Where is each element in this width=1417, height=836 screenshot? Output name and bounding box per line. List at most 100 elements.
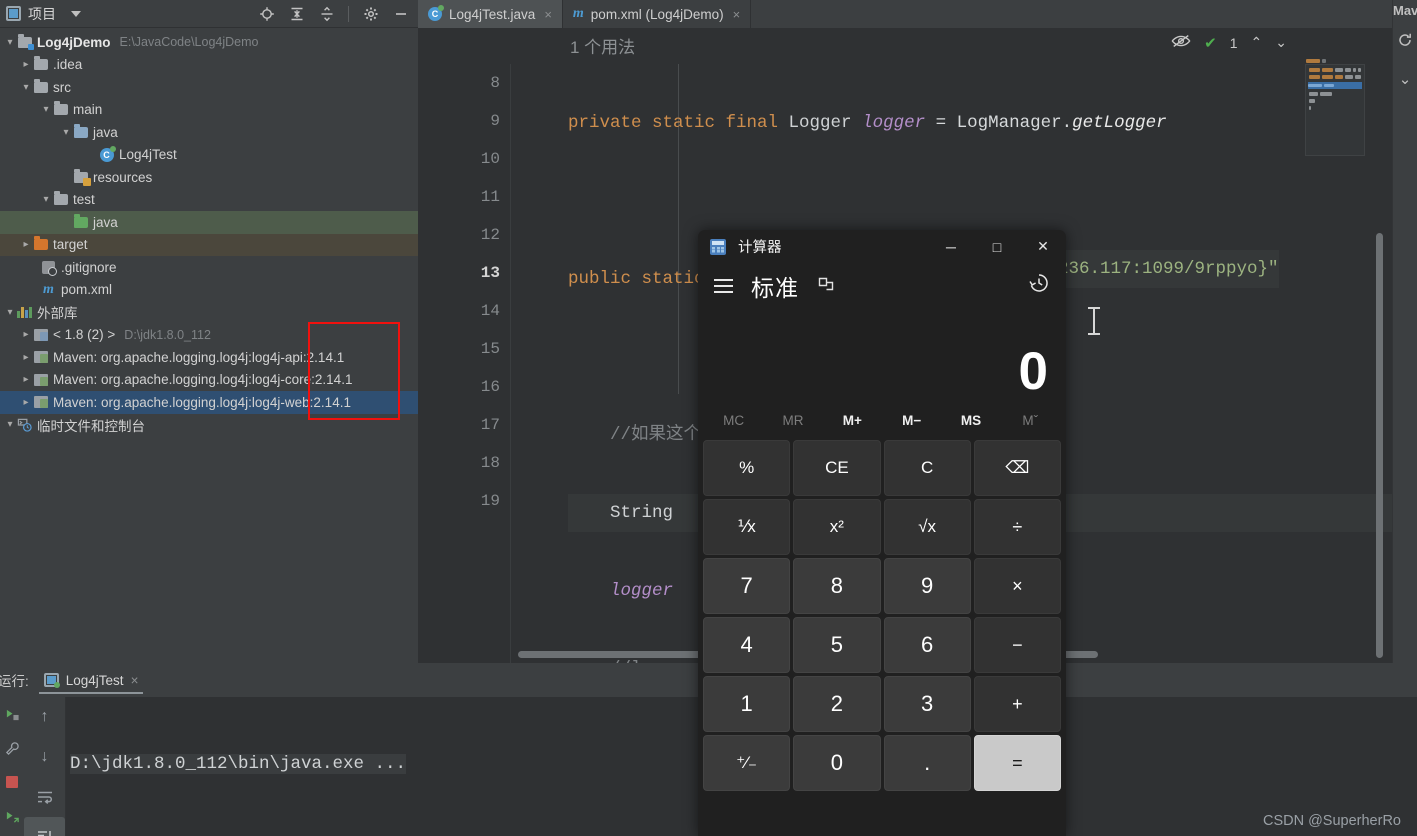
chevron-down-icon[interactable]: ▾ xyxy=(40,104,52,115)
chevron-down-icon[interactable]: ▾ xyxy=(60,127,72,138)
backspace-button[interactable]: ⌫ xyxy=(973,440,1061,496)
collapse-all-icon[interactable] xyxy=(318,5,335,22)
console-tab-log4jtest[interactable]: Log4jTest × xyxy=(35,665,148,695)
tree-item-jdk[interactable]: ▸ < 1.8 (2) > D:\jdk1.8.0_112 xyxy=(0,324,418,347)
tree-item-main-java[interactable]: ▾ java xyxy=(0,121,418,144)
scroll-to-end-icon[interactable] xyxy=(24,817,65,836)
scroll-up-icon[interactable]: ↑ xyxy=(24,697,65,737)
digit-9-button[interactable]: 9 xyxy=(883,558,971,614)
close-icon[interactable]: × xyxy=(544,7,552,22)
divide-button[interactable]: ÷ xyxy=(973,499,1061,555)
subtract-button[interactable]: − xyxy=(973,617,1061,673)
rerun-failed-icon[interactable] xyxy=(0,799,24,833)
inspection-ok-icon[interactable]: ✔ xyxy=(1204,34,1217,52)
memory-store-button[interactable]: MS xyxy=(941,413,1000,428)
minimize-icon[interactable] xyxy=(392,5,409,22)
tree-item-idea[interactable]: ▸ .idea xyxy=(0,54,418,77)
close-button[interactable]: ✕ xyxy=(1020,230,1066,263)
chevron-down-icon[interactable]: ▾ xyxy=(4,307,16,318)
percent-button[interactable]: % xyxy=(703,440,791,496)
chevron-down-icon[interactable] xyxy=(71,10,81,17)
digit-5-button[interactable]: 5 xyxy=(793,617,881,673)
previous-problem-icon[interactable]: ⌃ xyxy=(1251,34,1263,51)
maximize-button[interactable]: □ xyxy=(974,230,1020,263)
tree-item-scratches[interactable]: ▾ 临时文件和控制台 xyxy=(0,414,418,437)
tree-item-log4j-core[interactable]: ▸ Maven: org.apache.logging.log4j:log4j-… xyxy=(0,369,418,392)
chevron-down-icon[interactable]: ▾ xyxy=(4,37,16,48)
next-problem-icon[interactable]: ⌄ xyxy=(1275,34,1287,51)
clear-button[interactable]: C xyxy=(883,440,971,496)
chevron-down-icon[interactable]: ▾ xyxy=(40,194,52,205)
tree-item-resources[interactable]: resources xyxy=(0,166,418,189)
rerun-icon[interactable] xyxy=(0,697,24,731)
tree-item-main[interactable]: ▾ main xyxy=(0,99,418,122)
chevron-right-icon[interactable]: ▸ xyxy=(20,397,32,408)
stop-icon[interactable] xyxy=(0,765,24,799)
memory-list-button[interactable]: Mˇ xyxy=(1001,413,1060,428)
locate-icon[interactable] xyxy=(258,5,275,22)
digit-0-button[interactable]: 0 xyxy=(793,735,881,791)
maven-tool-window-button[interactable]: Maven xyxy=(1393,0,1417,18)
reciprocal-button[interactable]: ⅟x xyxy=(703,499,791,555)
chevron-right-icon[interactable]: ▸ xyxy=(20,374,32,385)
scroll-down-icon[interactable]: ↓ xyxy=(24,737,65,777)
memory-subtract-button[interactable]: M− xyxy=(882,413,941,428)
clear-entry-button[interactable]: CE xyxy=(793,440,881,496)
editor-vertical-scrollbar[interactable] xyxy=(1376,233,1383,658)
close-icon[interactable]: × xyxy=(131,673,139,688)
tree-item-test-java[interactable]: java xyxy=(0,211,418,234)
square-button[interactable]: x² xyxy=(793,499,881,555)
tree-item-src[interactable]: ▾ src xyxy=(0,76,418,99)
project-tool-window-title[interactable]: 项目 xyxy=(6,4,81,24)
soft-wrap-icon[interactable] xyxy=(24,777,65,817)
digit-3-button[interactable]: 3 xyxy=(883,676,971,732)
memory-add-button[interactable]: M+ xyxy=(823,413,882,428)
digit-6-button[interactable]: 6 xyxy=(883,617,971,673)
expand-all-icon[interactable] xyxy=(288,5,305,22)
chevron-down-icon[interactable]: ▾ xyxy=(20,82,32,93)
chevron-right-icon[interactable]: ▸ xyxy=(20,352,32,363)
tree-item-pom-xml[interactable]: m pom.xml xyxy=(0,279,418,302)
refresh-icon[interactable] xyxy=(1393,32,1417,52)
add-button[interactable]: + xyxy=(973,676,1061,732)
eye-crossed-icon[interactable] xyxy=(1171,33,1191,52)
negate-button[interactable]: ⁺⁄₋ xyxy=(703,735,791,791)
minimize-button[interactable]: ─ xyxy=(928,230,974,263)
digit-1-button[interactable]: 1 xyxy=(703,676,791,732)
code-minimap[interactable] xyxy=(1305,64,1365,156)
calculator-title-bar[interactable]: 计算器 ─ □ ✕ xyxy=(698,230,1066,263)
decimal-point-button[interactable]: . xyxy=(883,735,971,791)
chevron-down-icon[interactable]: ⌄ xyxy=(1393,70,1417,88)
keep-on-top-icon[interactable] xyxy=(817,275,835,298)
chevron-right-icon[interactable]: ▸ xyxy=(20,59,32,70)
digit-8-button[interactable]: 8 xyxy=(793,558,881,614)
digit-4-button[interactable]: 4 xyxy=(703,617,791,673)
tree-item-test[interactable]: ▾ test xyxy=(0,189,418,212)
tree-item-log4j-api[interactable]: ▸ Maven: org.apache.logging.log4j:log4j-… xyxy=(0,346,418,369)
memory-clear-button[interactable]: MC xyxy=(704,413,763,428)
memory-recall-button[interactable]: MR xyxy=(763,413,822,428)
equals-button[interactable]: = xyxy=(973,735,1061,791)
tree-item-log4jtest-class[interactable]: C Log4jTest xyxy=(0,144,418,167)
chevron-right-icon[interactable]: ▸ xyxy=(20,239,32,250)
hamburger-menu-icon[interactable] xyxy=(714,275,733,296)
digit-2-button[interactable]: 2 xyxy=(793,676,881,732)
settings-gear-icon[interactable] xyxy=(362,5,379,22)
usage-hint[interactable]: 1 个用法 xyxy=(570,33,635,58)
history-icon[interactable] xyxy=(1028,272,1050,300)
editor-gutter[interactable]: 8 9 10 11 12 13 14 15 16 17 18 19 xyxy=(418,64,510,663)
close-icon[interactable]: × xyxy=(733,7,741,22)
digit-7-button[interactable]: 7 xyxy=(703,558,791,614)
tree-item-log4jdemo[interactable]: ▾ Log4jDemo E:\JavaCode\Log4jDemo xyxy=(0,31,418,54)
tab-log4jtest-java[interactable]: C Log4jTest.java × xyxy=(418,0,563,28)
chevron-right-icon[interactable]: ▸ xyxy=(20,329,32,340)
chevron-down-icon[interactable]: ▾ xyxy=(4,419,16,430)
square-root-button[interactable]: √x xyxy=(883,499,971,555)
multiply-button[interactable]: × xyxy=(973,558,1061,614)
tree-item-target[interactable]: ▸ target xyxy=(0,233,418,256)
tree-item-log4j-web[interactable]: ▸ Maven: org.apache.logging.log4j:log4j-… xyxy=(0,391,418,414)
tab-pom-xml[interactable]: m pom.xml (Log4jDemo) × xyxy=(563,0,752,28)
tree-item-gitignore[interactable]: .gitignore xyxy=(0,256,418,279)
settings-wrench-icon[interactable] xyxy=(0,731,24,765)
tree-item-external-libraries[interactable]: ▾ 外部库 xyxy=(0,301,418,324)
